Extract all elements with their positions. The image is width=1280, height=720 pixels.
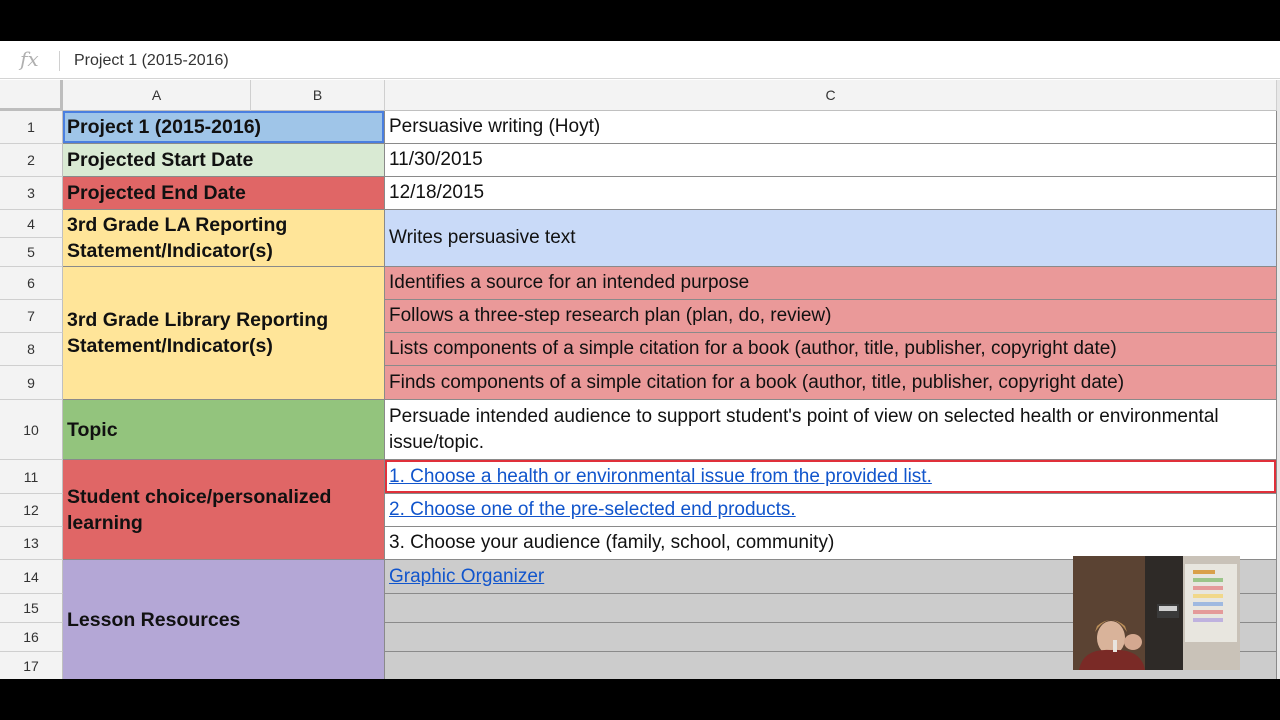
row-header[interactable]: 11 bbox=[0, 460, 63, 494]
row-header[interactable]: 5 bbox=[0, 238, 63, 267]
choice-link-1[interactable]: 1. Choose a health or environmental issu… bbox=[389, 466, 932, 488]
column-header-b[interactable]: B bbox=[251, 80, 385, 111]
value-cell-end-date[interactable]: 12/18/2015 bbox=[385, 177, 1277, 210]
column-header-a[interactable]: A bbox=[63, 80, 251, 111]
label-start-date: Projected Start Date bbox=[67, 149, 254, 171]
label-cell-student-choice[interactable]: Student choice/personalized learning bbox=[63, 460, 385, 560]
choice-link-2[interactable]: 2. Choose one of the pre-selected end pr… bbox=[389, 499, 796, 521]
value-cell-la-indicator[interactable]: Writes persuasive text bbox=[385, 210, 1277, 267]
value-cell-choice-1[interactable]: 1. Choose a health or environmental issu… bbox=[385, 460, 1277, 494]
row-header[interactable]: 6 bbox=[0, 267, 63, 300]
row-header[interactable]: 1 bbox=[0, 111, 63, 144]
label-cell-start-date[interactable]: Projected Start Date bbox=[63, 144, 385, 177]
row-header[interactable]: 14 bbox=[0, 560, 63, 594]
formula-bar-input[interactable]: Project 1 (2015-2016) bbox=[74, 52, 229, 70]
row-header[interactable]: 17 bbox=[0, 652, 63, 679]
select-all-corner[interactable] bbox=[0, 80, 63, 111]
label-topic: Topic bbox=[67, 418, 118, 441]
value-cell-start-date[interactable]: 11/30/2015 bbox=[385, 144, 1277, 177]
graphic-organizer-link[interactable]: Graphic Organizer bbox=[389, 566, 544, 588]
row-header[interactable]: 9 bbox=[0, 366, 63, 400]
value-cell-project[interactable]: Persuasive writing (Hoyt) bbox=[385, 111, 1277, 144]
row-header[interactable]: 8 bbox=[0, 333, 63, 366]
label-cell-end-date[interactable]: Projected End Date bbox=[63, 177, 385, 210]
label-cell-la-indicators[interactable]: 3rd Grade LA Reporting Statement/Indicat… bbox=[63, 210, 385, 267]
video-frame: fx Project 1 (2015-2016) A B C 1 2 3 4 5… bbox=[0, 0, 1280, 720]
label-cell-library-indicators[interactable]: 3rd Grade Library Reporting Statement/In… bbox=[63, 267, 385, 400]
value-cell-library-indicator[interactable]: Lists components of a simple citation fo… bbox=[385, 333, 1277, 366]
value-cell-choice-2[interactable]: 2. Choose one of the pre-selected end pr… bbox=[385, 494, 1277, 527]
row-header[interactable]: 10 bbox=[0, 400, 63, 460]
column-header-c[interactable]: C bbox=[385, 80, 1277, 111]
value-cell-topic[interactable]: Persuade intended audience to support st… bbox=[385, 400, 1277, 460]
row-header[interactable]: 16 bbox=[0, 623, 63, 652]
label-end-date: Projected End Date bbox=[67, 182, 246, 204]
presenter-video-image bbox=[1073, 556, 1240, 670]
value-cell-library-indicator[interactable]: Finds components of a simple citation fo… bbox=[385, 366, 1277, 400]
label-project: Project 1 (2015-2016) bbox=[67, 116, 262, 138]
value-cell-library-indicator[interactable]: Follows a three-step research plan (plan… bbox=[385, 300, 1277, 333]
label-library-indicators: 3rd Grade Library Reporting Statement/In… bbox=[67, 309, 329, 357]
label-student-choice: Student choice/personalized learning bbox=[67, 485, 332, 534]
row-header[interactable]: 2 bbox=[0, 144, 63, 177]
row-header[interactable]: 4 bbox=[0, 210, 63, 238]
row-header[interactable]: 13 bbox=[0, 527, 63, 560]
row-header[interactable]: 7 bbox=[0, 300, 63, 333]
row-header[interactable]: 15 bbox=[0, 594, 63, 623]
row-header[interactable]: 3 bbox=[0, 177, 63, 210]
label-cell-topic[interactable]: Topic bbox=[63, 400, 385, 460]
label-cell-lesson-resources[interactable]: Lesson Resources bbox=[63, 560, 385, 679]
row-header[interactable]: 12 bbox=[0, 494, 63, 527]
value-cell-library-indicator[interactable]: Identifies a source for an intended purp… bbox=[385, 267, 1277, 300]
webcam-overlay bbox=[1073, 556, 1240, 670]
fx-icon: fx bbox=[20, 47, 39, 71]
formula-bar: fx Project 1 (2015-2016) bbox=[0, 41, 1280, 79]
label-lesson-resources: Lesson Resources bbox=[67, 609, 241, 631]
formula-bar-divider bbox=[59, 51, 60, 71]
label-cell-project[interactable]: Project 1 (2015-2016) bbox=[63, 111, 385, 144]
label-la-indicators: 3rd Grade LA Reporting Statement/Indicat… bbox=[67, 214, 288, 262]
